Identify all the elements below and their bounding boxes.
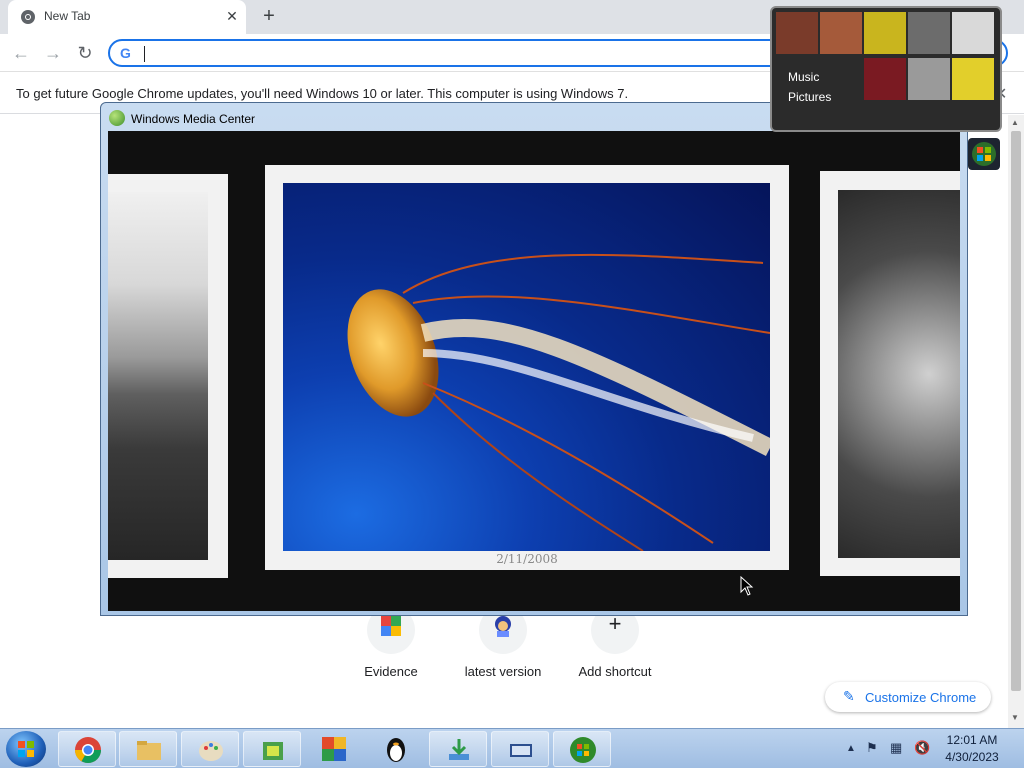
tab-new-tab[interactable]: New Tab ✕ [8,0,246,34]
text-caret [144,46,145,62]
jellyfish-illustration [347,253,775,552]
media-center-icon [570,737,596,763]
shortcut-evidence[interactable]: Evidence [341,606,441,686]
photo-date: 2/11/2008 [496,552,558,566]
taskbar: ▲ ⚑ ▦ 🔇 12:01 AM 4/30/2023 [0,728,1024,768]
shortcut-label: Evidence [364,664,418,679]
page-scrollbar[interactable]: ▲ ▼ [1008,115,1024,728]
back-arrow-icon[interactable]: ← [10,42,32,64]
close-tab-icon[interactable]: ✕ [224,8,240,24]
gadget-tile[interactable] [864,58,906,100]
seascape-photo [108,192,208,560]
tab-title: New Tab [44,9,91,23]
window-title: Windows Media Center [131,112,256,126]
action-center-flag-icon[interactable]: ⚑ [866,740,878,756]
volume-icon[interactable] [908,12,950,54]
volume-muted-icon[interactable]: 🔇 [914,740,930,756]
shortcut-add[interactable]: + Add shortcut [565,606,665,686]
taskbar-keyboard-app[interactable] [491,731,549,767]
media-center-window: Windows Media Center — □ ✕ [100,102,968,616]
gadget-music-label[interactable]: Music [788,70,819,84]
taskbar-download-app[interactable] [429,731,487,767]
taskbar-app-tool[interactable] [243,731,301,767]
customize-chrome-label: Customize Chrome [865,690,977,705]
taskbar-chrome[interactable] [58,731,116,767]
pencil-icon: ✎ [843,688,855,704]
photo-frame-right[interactable] [820,171,960,576]
gadget-tile[interactable] [952,58,994,100]
shortcut-latest-version[interactable]: latest version [453,606,553,686]
folder-icon [137,741,161,760]
jellyfish-photo [283,183,775,552]
download-icon [449,739,469,760]
penguin-icon [387,738,405,762]
taskbar-media-center[interactable] [553,731,611,767]
scroll-up-icon[interactable]: ▲ [1011,118,1019,127]
windows-logo-icon [18,741,34,757]
colorful-app-icon [322,737,346,761]
plus-icon: + [608,611,622,636]
chrome-icon [21,10,35,24]
scroll-down-icon[interactable]: ▼ [1011,713,1019,722]
taskbar-explorer[interactable] [119,731,177,767]
taskbar-paint[interactable] [181,731,239,767]
clock-time: 12:01 AM [946,733,998,747]
gadget-pictures-label[interactable]: Pictures [788,90,831,104]
media-center-gadget[interactable]: Music Pictures [770,6,1002,132]
mouse-cursor-icon [740,576,754,596]
tool-app-icon [263,742,283,760]
taskbar-colorful-app[interactable] [305,731,363,767]
shortcut-label: Add shortcut [578,664,652,679]
chrome-icon [74,737,102,764]
customize-chrome-button[interactable]: ✎ Customize Chrome [825,682,991,712]
media-center-icon [109,110,125,126]
shortcut-label: latest version [464,664,542,679]
gadget-tile[interactable] [776,12,818,54]
network-icon[interactable]: ▦ [890,740,902,756]
taskbar-clock[interactable]: 12:01 AM 4/30/2023 [936,733,1008,764]
gadget-tile[interactable] [864,12,906,54]
show-hidden-icons-icon[interactable]: ▲ [846,743,856,754]
forward-arrow-icon[interactable]: → [42,42,64,64]
latest-version-icon [495,616,511,637]
new-tab-button[interactable]: + [258,6,280,28]
slideshow-area: 2/11/2008 [108,131,960,611]
face-photo [838,190,960,558]
reload-icon[interactable]: ↻ [74,42,96,64]
google-icon: G [120,45,131,61]
windows-logo-icon[interactable] [968,138,1000,170]
keyboard-icon [510,744,532,757]
gadget-tile[interactable] [820,12,862,54]
gadget-tile[interactable] [952,12,994,54]
photo-frame-left[interactable] [108,174,228,578]
paint-palette-icon [199,741,223,761]
evidence-icon [381,616,401,636]
photo-frame-center[interactable]: 2/11/2008 [265,165,789,570]
play-icon[interactable] [908,58,950,100]
infobar-message: To get future Google Chrome updates, you… [16,86,629,101]
clock-date: 4/30/2023 [945,750,999,764]
scrollbar-thumb[interactable] [1011,131,1021,691]
taskbar-penguin-app[interactable] [367,731,425,767]
start-button[interactable] [6,731,46,767]
